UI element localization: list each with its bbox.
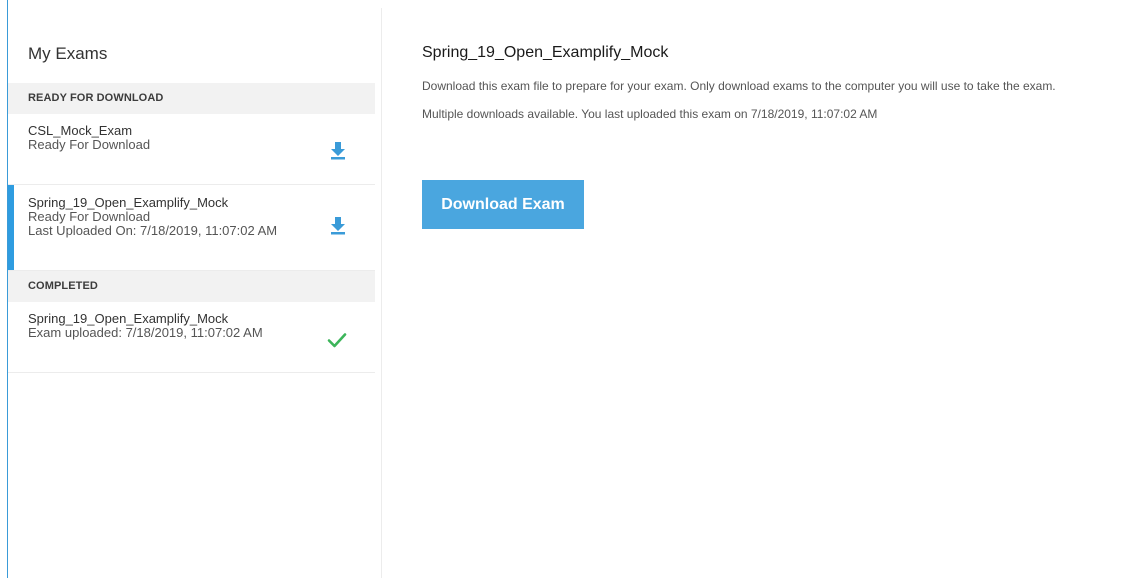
exam-item-text: CSL_Mock_Exam Ready For Download (28, 124, 278, 152)
exam-name: Spring_19_Open_Examplify_Mock (28, 195, 229, 210)
exam-item-csl-mock[interactable]: CSL_Mock_Exam Ready For Download (8, 114, 375, 185)
checkmark-icon (327, 333, 347, 348)
exam-item-spring19-completed[interactable]: Spring_19_Open_Examplify_Mock Exam uploa… (8, 302, 375, 373)
exam-upload-status: Exam uploaded: 7/18/2019, 11:07:02 AM (28, 325, 263, 340)
section-header-completed: COMPLETED (8, 271, 375, 302)
exam-name: CSL_Mock_Exam (28, 123, 133, 138)
exam-name: Spring_19_Open_Examplify_Mock (28, 311, 229, 326)
exam-status: Ready For Download (28, 209, 151, 224)
exams-sidebar: My Exams READY FOR DOWNLOAD CSL_Mock_Exa… (8, 8, 382, 578)
download-icon[interactable] (330, 140, 346, 160)
exam-item-text: Spring_19_Open_Examplify_Mock Ready For … (28, 196, 278, 238)
exam-upload-info: Multiple downloads available. You last u… (422, 107, 878, 121)
exam-status: Ready For Download (28, 137, 151, 152)
download-exam-button[interactable]: Download Exam (422, 180, 584, 229)
section-header-ready: READY FOR DOWNLOAD (8, 83, 375, 114)
exam-item-text: Spring_19_Open_Examplify_Mock Exam uploa… (28, 312, 278, 340)
exam-detail-panel: Spring_19_Open_Examplify_Mock Download t… (422, 0, 1139, 578)
exam-item-spring19-selected[interactable]: Spring_19_Open_Examplify_Mock Ready For … (8, 185, 375, 271)
exam-description: Download this exam file to prepare for y… (422, 79, 1056, 93)
selected-indicator (8, 185, 14, 270)
exam-last-uploaded: Last Uploaded On: 7/18/2019, 11:07:02 AM (28, 223, 278, 238)
sidebar-title: My Exams (28, 44, 108, 63)
exam-title: Spring_19_Open_Examplify_Mock (422, 44, 669, 61)
download-icon[interactable] (330, 215, 346, 235)
